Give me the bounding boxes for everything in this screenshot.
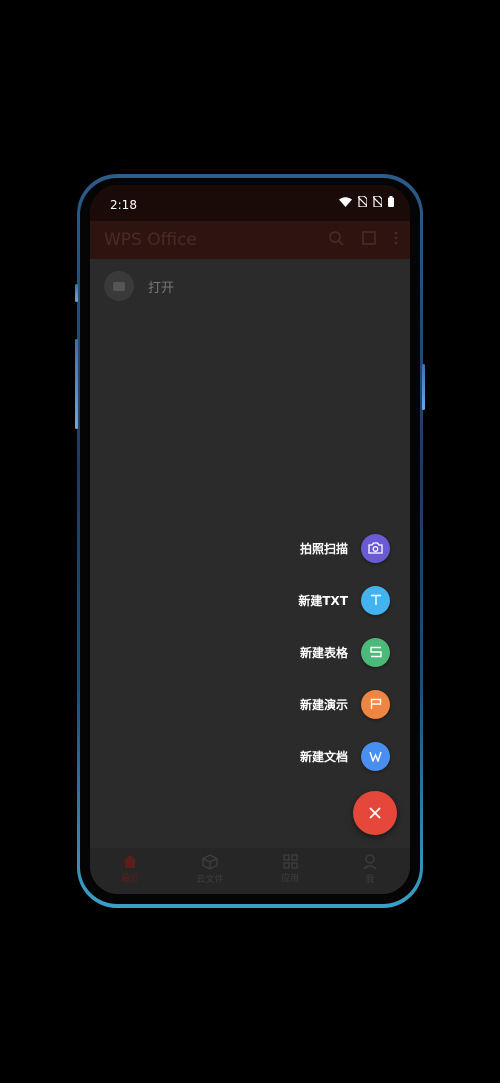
home-icon	[123, 855, 137, 868]
phone-frame: 2:18 WPS Office 打开 拍照扫描 新建TXT 新建表格 新建演示 …	[75, 174, 425, 908]
status-time: 2:18	[110, 198, 137, 212]
status-icons	[339, 196, 394, 207]
menu-label-new-presentation: 新建演示	[299, 697, 348, 712]
close-fab-button[interactable]	[353, 791, 397, 835]
nav-item-recent[interactable]: 最近	[100, 854, 160, 884]
app-title: WPS Office	[104, 230, 197, 250]
apps-grid-icon	[282, 854, 298, 869]
no-sim-icon	[358, 196, 367, 207]
txt-icon[interactable]	[361, 585, 390, 615]
menu-item-new-presentation[interactable]: 新建演示	[300, 689, 390, 719]
right-side-button	[422, 364, 425, 410]
menu-label-new-document: 新建文档	[299, 749, 348, 764]
nav-label-me: 我	[365, 875, 375, 885]
nav-item-cloud[interactable]: 云文件	[180, 854, 240, 885]
no-sim-icon-2	[373, 196, 382, 207]
menu-label-new-sheet: 新建表格	[299, 645, 348, 660]
nav-label-recent: 最近	[120, 874, 139, 884]
app-bar: WPS Office	[90, 221, 410, 259]
multi-select-icon[interactable]	[362, 231, 376, 245]
more-vert-icon[interactable]	[394, 231, 398, 245]
user-icon	[363, 854, 377, 870]
menu-label-scan: 拍照扫描	[299, 541, 348, 556]
phone-bezel: 2:18 WPS Office 打开 拍照扫描 新建TXT 新建表格 新建演示 …	[80, 178, 420, 904]
folder-icon	[104, 271, 134, 301]
sheet-icon[interactable]	[361, 637, 390, 667]
cloud-box-icon	[202, 854, 218, 870]
nav-item-me[interactable]: 我	[340, 854, 400, 885]
presentation-icon[interactable]	[361, 689, 390, 719]
nav-item-apps[interactable]: 应用	[260, 854, 320, 884]
bottom-nav: 最近 云文件 应用 我	[90, 848, 410, 894]
camera-icon[interactable]	[361, 533, 390, 563]
close-icon	[369, 807, 381, 819]
status-bar: 2:18	[90, 185, 410, 221]
menu-item-new-txt[interactable]: 新建TXT	[298, 585, 390, 615]
left-side-button-1	[75, 284, 78, 302]
menu-item-new-sheet[interactable]: 新建表格	[300, 637, 390, 667]
screen: 2:18 WPS Office 打开 拍照扫描 新建TXT 新建表格 新建演示 …	[90, 185, 410, 894]
left-side-button-2	[75, 339, 78, 429]
app-bar-actions	[329, 231, 398, 246]
document-icon[interactable]	[361, 741, 390, 771]
nav-label-apps: 应用	[280, 874, 299, 884]
wifi-icon	[339, 196, 352, 207]
menu-item-new-document[interactable]: 新建文档	[300, 741, 390, 771]
search-icon[interactable]	[329, 231, 344, 246]
open-row[interactable]: 打开	[104, 271, 174, 301]
open-label: 打开	[148, 280, 175, 296]
battery-icon	[388, 196, 394, 207]
nav-label-cloud: 云文件	[196, 875, 224, 885]
menu-label-new-txt: 新建TXT	[298, 593, 348, 608]
menu-item-scan[interactable]: 拍照扫描	[300, 533, 390, 563]
